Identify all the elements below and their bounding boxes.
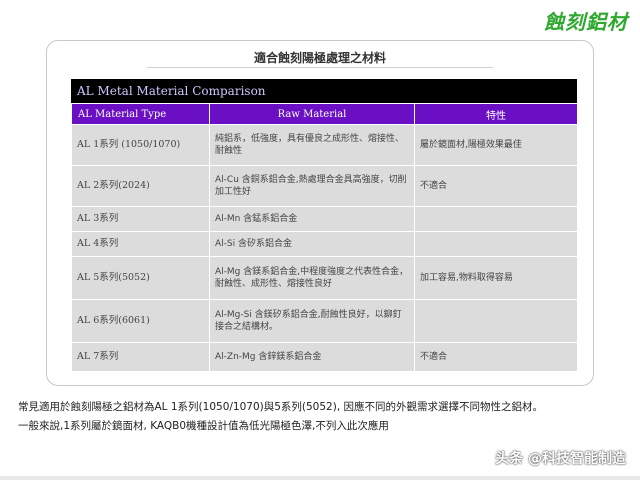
cell-material-type: AL 3系列 bbox=[71, 206, 210, 232]
material-comparison-table: AL Material Type Raw Material 特性 AL 1系列 … bbox=[71, 103, 578, 372]
cell-raw-material: Al-Mg 含鎂系鋁合金,中程度強度之代表性合金，耐蝕性、成形性、熔接性良好 bbox=[209, 256, 415, 300]
cell-property bbox=[414, 299, 578, 343]
cell-raw-material: Al-Si 含矽系鋁合金 bbox=[209, 231, 415, 257]
cell-material-type: AL 7系列 bbox=[71, 342, 210, 372]
header-raw-material: Raw Material bbox=[209, 103, 415, 125]
footer-line-2: 一般來說,1系列屬於鏡面材, KAQB0機種設計值為低光陽極色澤,不列入此次應用 bbox=[18, 420, 389, 432]
brand-logo-text: 蝕刻鋁材 bbox=[544, 10, 628, 34]
cell-raw-material: Al-Zn-Mg 含鋅鎂系鋁合金 bbox=[209, 342, 415, 372]
header-property: 特性 bbox=[414, 103, 578, 125]
table-header-row: AL Material Type Raw Material 特性 bbox=[71, 103, 578, 125]
card-title: 適合蝕刻陽極處理之材料 bbox=[253, 51, 386, 65]
cell-property bbox=[414, 231, 578, 257]
footer-line-1: 常見適用於蝕刻陽極之鋁材為AL 1系列(1050/1070)與5系列(5052)… bbox=[18, 401, 543, 413]
footer-notes: 常見適用於蝕刻陽極之鋁材為AL 1系列(1050/1070)與5系列(5052)… bbox=[18, 398, 628, 436]
cell-raw-material: Al-Mn 含錳系鋁合金 bbox=[209, 206, 415, 232]
table-row: AL 1系列 (1050/1070) 純鋁系，低強度，具有優良之成形性、熔接性、… bbox=[71, 124, 578, 166]
title-divider bbox=[147, 67, 493, 68]
cell-material-type: AL 1系列 (1050/1070) bbox=[71, 124, 210, 166]
cell-raw-material: Al-Mg-Si 含鎂矽系鋁合金,耐蝕性良好，以鉚釘接合之結構材。 bbox=[209, 299, 415, 343]
cell-property: 加工容易,物料取得容易 bbox=[414, 256, 578, 300]
table-row: AL 4系列 Al-Si 含矽系鋁合金 bbox=[71, 231, 578, 257]
cell-raw-material: 純鋁系，低強度，具有優良之成形性、熔接性、耐蝕性 bbox=[209, 124, 415, 166]
table-row: AL 5系列(5052) Al-Mg 含鎂系鋁合金,中程度強度之代表性合金，耐蝕… bbox=[71, 256, 578, 300]
table-row: AL 7系列 Al-Zn-Mg 含鋅鎂系鋁合金 不適合 bbox=[71, 342, 578, 372]
material-table-wrapper: AL Metal Material Comparison AL Material… bbox=[71, 79, 578, 372]
table-row: AL 6系列(6061) Al-Mg-Si 含鎂矽系鋁合金,耐蝕性良好，以鉚釘接… bbox=[71, 299, 578, 343]
content-card: 適合蝕刻陽極處理之材料 AL Metal Material Comparison… bbox=[46, 40, 594, 386]
table-title: AL Metal Material Comparison bbox=[71, 79, 577, 103]
cell-material-type: AL 4系列 bbox=[71, 231, 210, 257]
cell-material-type: AL 5系列(5052) bbox=[71, 256, 210, 300]
table-row: AL 3系列 Al-Mn 含錳系鋁合金 bbox=[71, 206, 578, 232]
table-row: AL 2系列(2024) Al-Cu 含銅系鋁合金,熱處理合金具高強度，切削加工… bbox=[71, 165, 578, 207]
cell-raw-material: Al-Cu 含銅系鋁合金,熱處理合金具高強度，切削加工性好 bbox=[209, 165, 415, 207]
cell-material-type: AL 2系列(2024) bbox=[71, 165, 210, 207]
bottom-bar bbox=[0, 476, 640, 480]
header-material-type: AL Material Type bbox=[71, 103, 210, 125]
cell-property: 不適合 bbox=[414, 165, 578, 207]
cell-property: 屬於鏡面材,陽極效果最佳 bbox=[414, 124, 578, 166]
cell-property: 不適合 bbox=[414, 342, 578, 372]
watermark: 头条 @科技智能制造 bbox=[495, 451, 626, 467]
cell-material-type: AL 6系列(6061) bbox=[71, 299, 210, 343]
cell-property bbox=[414, 206, 578, 232]
